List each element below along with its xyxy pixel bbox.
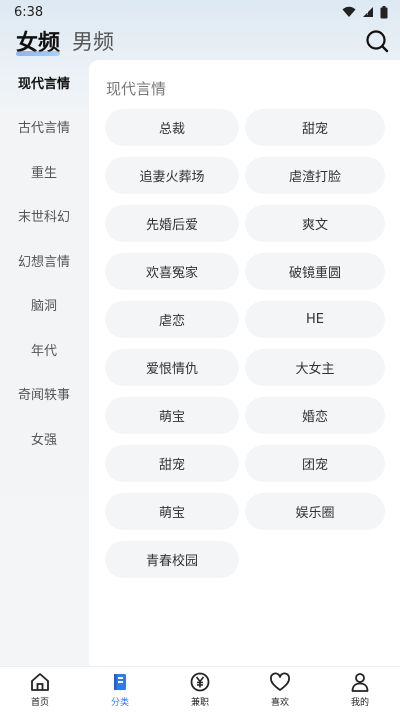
tag-chip[interactable]: 甜宠 xyxy=(245,109,385,146)
tag-chip[interactable]: HE xyxy=(245,301,385,338)
tag-chip[interactable]: 大女主 xyxy=(245,349,385,386)
tag-chip[interactable]: 团宠 xyxy=(245,445,385,482)
nav-label: 分类 xyxy=(110,698,129,708)
nav-label: 喜欢 xyxy=(270,698,289,708)
tab-female[interactable]: 女频 xyxy=(16,25,61,57)
bottom-nav: 首页 分类 兼职 喜欢 我的 xyxy=(0,666,400,712)
tag-chip[interactable]: 先婚后爱 xyxy=(105,205,239,242)
sidebar-item[interactable]: 年代 xyxy=(0,327,88,372)
yen-icon xyxy=(190,672,210,692)
sidebar-item[interactable]: 末世科幻 xyxy=(0,194,88,239)
nav-item[interactable]: 喜欢 xyxy=(240,667,320,712)
tag-chip[interactable]: 追妻火葬场 xyxy=(105,157,239,194)
heart-icon xyxy=(270,672,290,691)
status-bar: 6:38 ! xyxy=(0,0,400,24)
battery-icon xyxy=(380,5,388,18)
nav-label: 首页 xyxy=(30,698,49,708)
svg-text:!: ! xyxy=(367,10,369,17)
sidebar-item[interactable]: 古代言情 xyxy=(0,105,88,150)
tag-chip[interactable]: 婚恋 xyxy=(245,397,385,434)
search-icon[interactable] xyxy=(364,28,390,54)
tag-chip[interactable]: 青春校园 xyxy=(105,541,239,578)
tag-chip[interactable]: 总裁 xyxy=(105,109,239,146)
nav-label: 我的 xyxy=(350,698,369,708)
sidebar-item[interactable]: 脑洞 xyxy=(0,283,88,328)
header: 女频 男频 xyxy=(0,24,400,58)
nav-item[interactable]: 分类 xyxy=(80,667,160,712)
sidebar-item[interactable]: 女强 xyxy=(0,416,88,461)
user-icon xyxy=(351,673,369,692)
tag-chip[interactable]: 欢喜冤家 xyxy=(105,253,239,290)
status-time: 6:38 xyxy=(14,4,44,20)
sidebar-item[interactable]: 重生 xyxy=(0,149,88,194)
nav-item[interactable]: 首页 xyxy=(0,667,80,712)
tag-chip[interactable]: 萌宝 xyxy=(105,493,239,530)
category-icon xyxy=(114,674,126,690)
nav-label: 兼职 xyxy=(190,698,209,708)
tag-chip[interactable]: 娱乐圈 xyxy=(245,493,385,530)
tag-chip[interactable]: 虐恋 xyxy=(105,301,239,338)
tag-chip[interactable]: 萌宝 xyxy=(105,397,239,434)
signal-icon: ! xyxy=(363,7,373,17)
nav-item[interactable]: 我的 xyxy=(320,667,400,712)
tag-chip[interactable]: 爱恨情仇 xyxy=(105,349,239,386)
wifi-icon xyxy=(342,6,356,17)
sidebar-item[interactable]: 幻想言情 xyxy=(0,238,88,283)
tag-chip[interactable]: 爽文 xyxy=(245,205,385,242)
tag-panel: 现代言情 总裁 甜宠 追妻火葬场 虐渣打脸 先婚后爱 爽文 欢喜冤家 破镜重圆 虐恋 HE 爱恨情仇… xyxy=(89,60,400,666)
panel-title: 现代言情 xyxy=(106,80,167,98)
tag-chip[interactable]: 甜宠 xyxy=(105,445,239,482)
category-sidebar: 现代言情 古代言情 重生 末世科幻 幻想言情 脑洞 年代 奇闻轶事 女强 xyxy=(0,60,88,461)
tag-chip[interactable]: 虐渣打脸 xyxy=(245,157,385,194)
tab-male[interactable]: 男频 xyxy=(72,26,114,56)
tag-grid: 总裁 甜宠 追妻火葬场 虐渣打脸 先婚后爱 爽文 欢喜冤家 破镜重圆 虐恋 HE 爱恨情仇 大女主 萌宝… xyxy=(105,109,385,578)
sidebar-item[interactable]: 奇闻轶事 xyxy=(0,372,88,417)
nav-item[interactable]: 兼职 xyxy=(160,667,240,712)
home-icon xyxy=(31,673,49,691)
tag-chip[interactable]: 破镜重圆 xyxy=(245,253,385,290)
status-icons: ! xyxy=(342,5,388,19)
sidebar-item[interactable]: 现代言情 xyxy=(0,60,88,105)
